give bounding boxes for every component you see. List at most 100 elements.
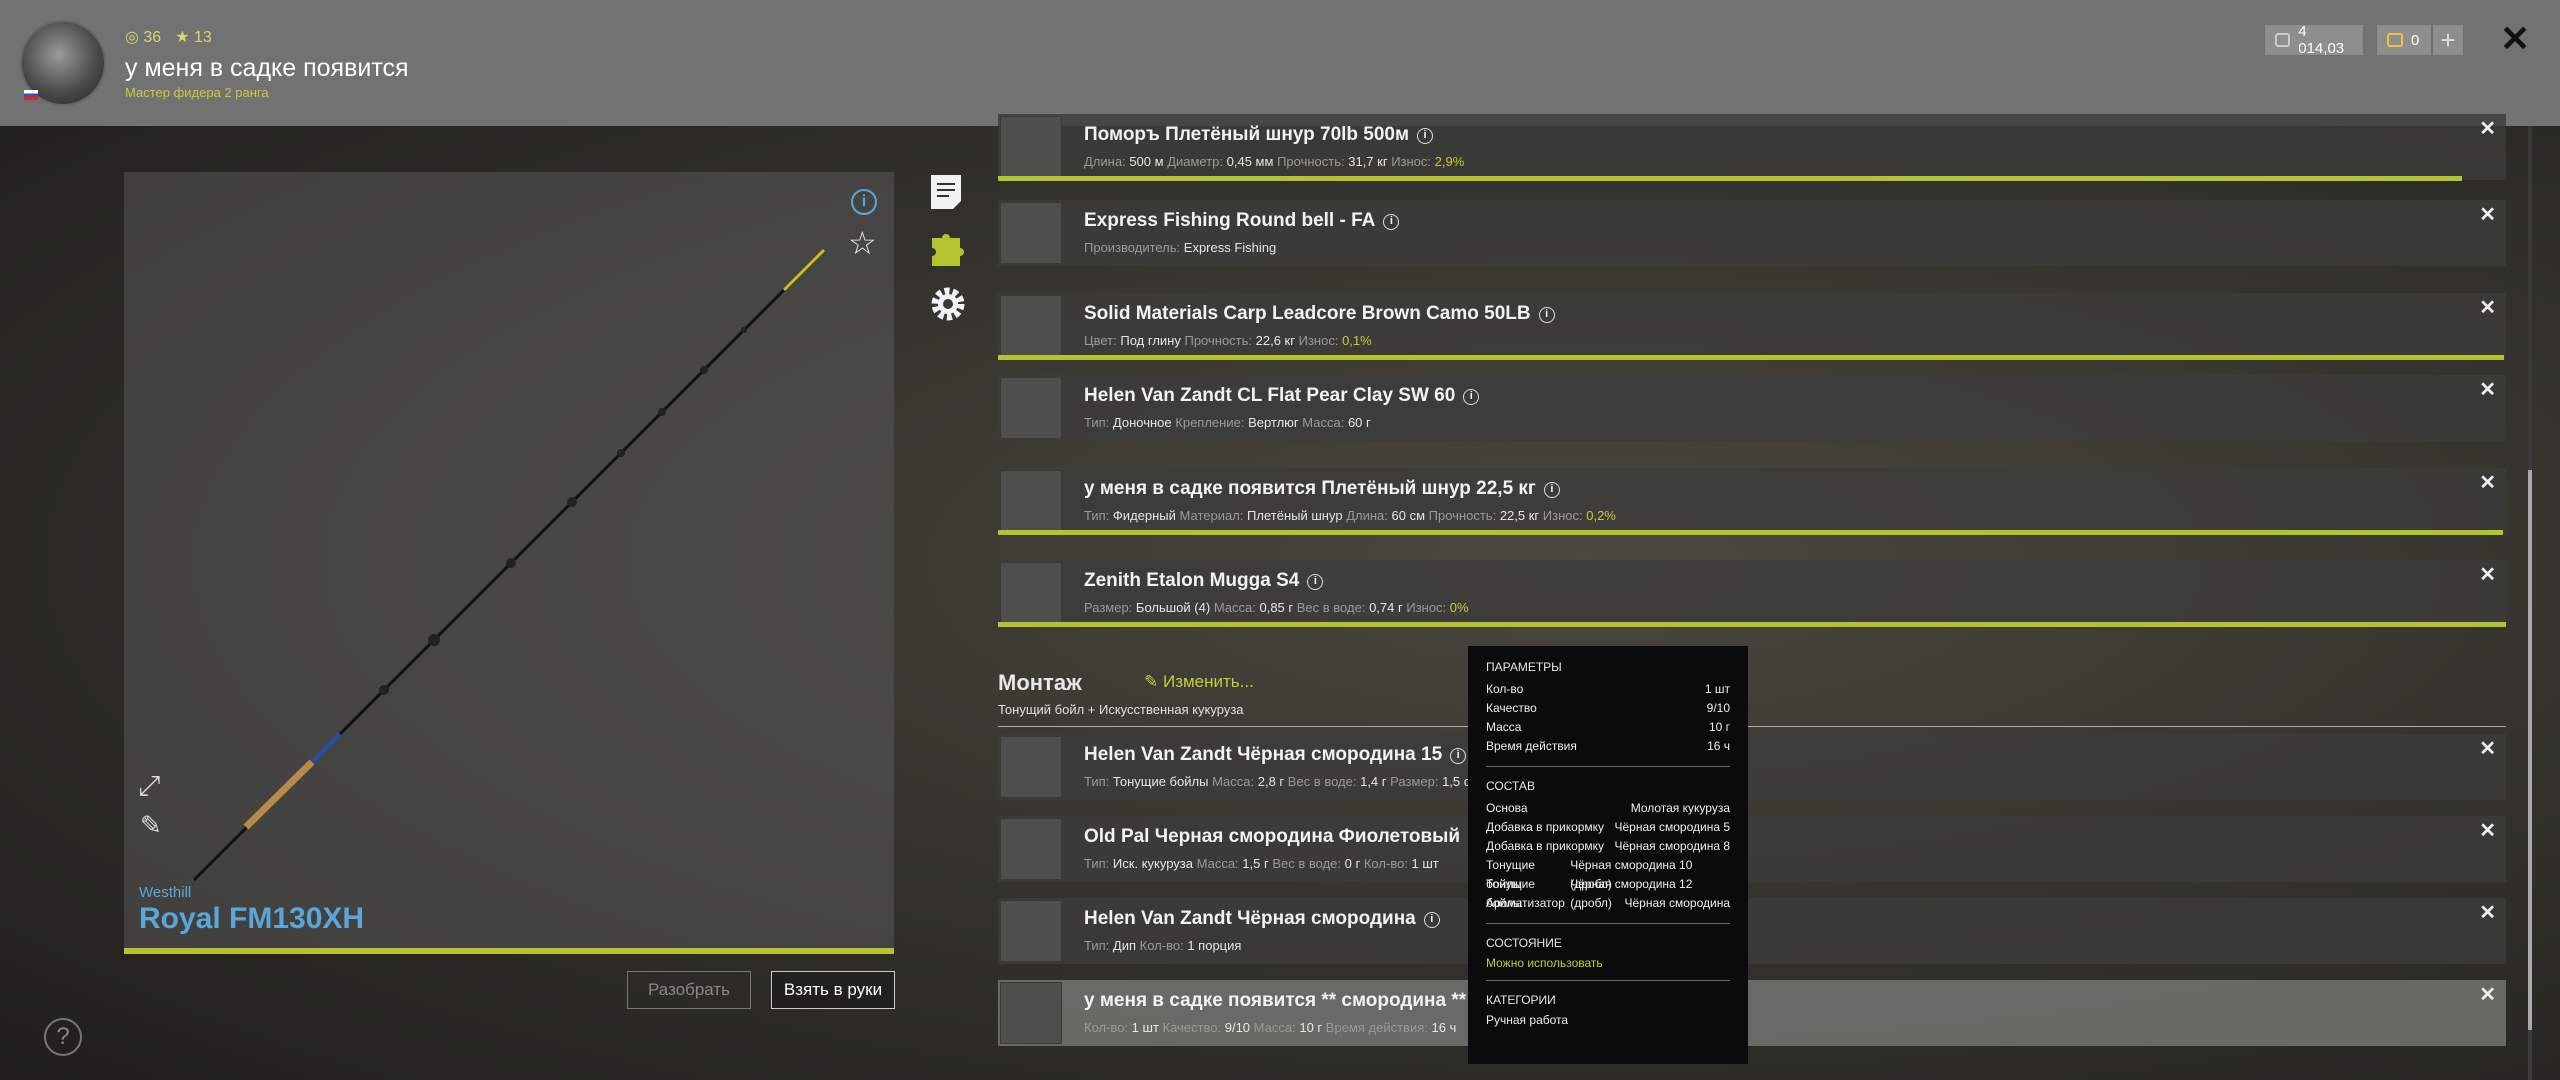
item-tooltip: ПАРАМЕТРЫ Кол-во 1 шт Качество 9/10 Масса 10 … [1468,646,1748,1064]
item-attributes: Тип: Иск. кукуруза Масса: 1,5 г Вес в во… [1084,856,1439,871]
tooltip-row: Качество 9/10 [1486,699,1730,718]
silver-balance[interactable]: 4 014,03 [2264,23,2364,57]
tooltip-row: Основа Молотая кукуруза [1486,799,1730,818]
attr-label: Прочность: [1184,333,1253,348]
info-icon[interactable]: i [1423,912,1440,928]
attr-value: 9/10 [1224,1020,1251,1035]
edit-icon: ✎ [1144,672,1163,691]
close-icon[interactable]: ✕ [2479,982,2496,1007]
tooltip-value: 16 ч [1707,739,1730,753]
expand-icon[interactable]: ⤢ [138,770,160,803]
list-item[interactable]: у меня в садке появится ** смородина **i… [998,980,2506,1046]
item-thumbnail [1000,377,1062,439]
list-item[interactable]: Helen Van Zandt Чёрная смородина 15 i Тип:… [998,734,2506,800]
info-icon[interactable]: i [851,189,877,215]
gold-icon [2387,33,2403,47]
tooltip-key: Время действия [1486,739,1577,753]
list-item[interactable]: Zenith Etalon Mugga S4 i Размер: Большой (… [998,560,2506,626]
attr-label: Вес в воде: [1296,600,1366,615]
stars-badge: ★ 13 [175,29,212,46]
disassemble-button[interactable]: Разобрать [627,971,751,1009]
item-name-text: Helen Van Zandt Чёрная смородина 15 [1084,744,1443,765]
list-item[interactable]: Helen Van Zandt CL Flat Pear Clay SW 60 i… [998,375,2506,441]
attr-label: Производитель: [1084,240,1181,255]
attr-label: Кол-во: [1363,856,1408,871]
list-item[interactable]: Helen Van Zandt Чёрная смородина i Тип: Ди… [998,898,2506,964]
pencil-icon[interactable]: ✎ [140,810,162,841]
attr-label: Длина: [1084,154,1126,169]
item-name: Zenith Etalon Mugga S4 i [1084,570,1324,592]
info-icon[interactable]: i [1383,214,1400,230]
attr-value: Express Fishing [1183,240,1277,255]
attr-label: Износ: [1391,154,1432,169]
list-item[interactable]: Solid Materials Carp Leadcore Brown Camo… [998,293,2506,359]
help-icon[interactable]: ? [44,1018,82,1056]
montage-title: Монтаж [998,670,1082,695]
star-icon[interactable]: ☆ [848,224,877,262]
close-icon[interactable]: ✕ [2479,900,2496,925]
item-name-text: Поморъ Плетёный шнур 70lb 500м [1084,124,1410,145]
attr-label: Материал: [1179,508,1244,523]
flag-icon [24,90,38,100]
list-item[interactable]: Old Pal Черная смородина Фиолетовыйi Тип:… [998,816,2506,882]
tooltip-row: Масса 10 г [1486,718,1730,737]
attr-label: Износ: [1298,333,1339,348]
item-name-text: Solid Materials Carp Leadcore Brown Camo… [1084,303,1531,324]
close-icon[interactable]: ✕ [2479,818,2496,843]
plus-icon[interactable]: + [2432,24,2464,56]
close-icon[interactable]: ✕ [2479,470,2496,495]
list-item[interactable]: у меня в садке появится Плетёный шнур 22… [998,468,2506,534]
info-icon[interactable]: i [1417,128,1434,144]
tooltip-row: Кол-во 1 шт [1486,680,1730,699]
attr-value: 0,1% [1342,333,1372,348]
info-icon[interactable]: i [1450,748,1467,764]
item-name: Helen Van Zandt Чёрная смородина i [1084,908,1440,930]
item-attributes: Размер: Большой (4) Масса: 0,85 г Вес в … [1084,600,1469,615]
list-item[interactable]: Поморъ Плетёный шнур 70lb 500м i Длина: 50… [998,114,2506,180]
item-thumbnail [1000,202,1062,264]
close-icon[interactable]: ✕ [2479,377,2496,402]
change-montage-button[interactable]: ✎ Изменить... [1144,672,1254,692]
attr-label: Время действия: [1325,1020,1428,1035]
attr-label: Качество: [1162,1020,1222,1035]
info-icon[interactable]: i [1307,574,1324,590]
close-icon[interactable]: ✕ [2479,116,2496,141]
item-attributes: Производитель: Express Fishing [1084,240,1276,255]
info-icon[interactable]: i [1463,389,1480,405]
tooltip-row: Время действия 16 ч [1486,737,1730,756]
attr-label: Масса: [1253,1020,1296,1035]
attr-value: 31,7 кг [1348,154,1388,169]
item-name: у меня в садке появится Плетёный шнур 22… [1084,478,1560,500]
gear-icon[interactable] [928,284,968,324]
attr-value: 16 ч [1431,1020,1457,1035]
player-stars: 13 [194,29,212,46]
player-level: 36 [143,29,162,46]
attr-value: Под глину [1120,333,1181,348]
tooltip-value: Молотая кукуруза [1630,801,1730,815]
take-button[interactable]: Взять в руки [771,971,895,1009]
attr-label: Тип: [1084,938,1110,953]
puzzle-icon[interactable] [928,228,968,268]
item-attributes: Тип: Дип Кол-во: 1 порция [1084,938,1241,953]
close-icon[interactable]: ✕ [2479,736,2496,761]
scrollbar-thumb[interactable] [2528,470,2532,1030]
tooltip-value: Чёрная смородина 10 (дробл) [1570,858,1693,891]
info-icon[interactable]: i [1543,482,1560,498]
document-icon[interactable] [928,172,964,212]
item-thumbnail [1000,818,1062,880]
gold-balance[interactable]: 0 [2376,24,2432,56]
attr-value: Иск. кукуруза [1112,856,1193,871]
item-attributes: Кол-во: 1 шт Качество: 9/10 Масса: 10 г … [1084,1020,1456,1035]
item-attributes: Цвет: Под глину Прочность: 22,6 кг Износ… [1084,333,1372,348]
attr-label: Длина: [1346,508,1388,523]
attr-value: 60 см [1391,508,1426,523]
close-icon[interactable]: ✕ [2479,202,2496,227]
close-icon[interactable]: ✕ [2479,562,2496,587]
attr-value: 2,8 г [1257,774,1285,789]
item-name: Express Fishing Round bell - FA i [1084,210,1400,232]
close-icon[interactable]: ✕ [2479,295,2496,320]
close-icon[interactable]: ✕ [2500,18,2530,60]
list-item[interactable]: Express Fishing Round bell - FA i Производ… [998,200,2506,266]
tooltip-category: Ручная работа [1486,1013,1569,1027]
info-icon[interactable]: i [1538,307,1555,323]
